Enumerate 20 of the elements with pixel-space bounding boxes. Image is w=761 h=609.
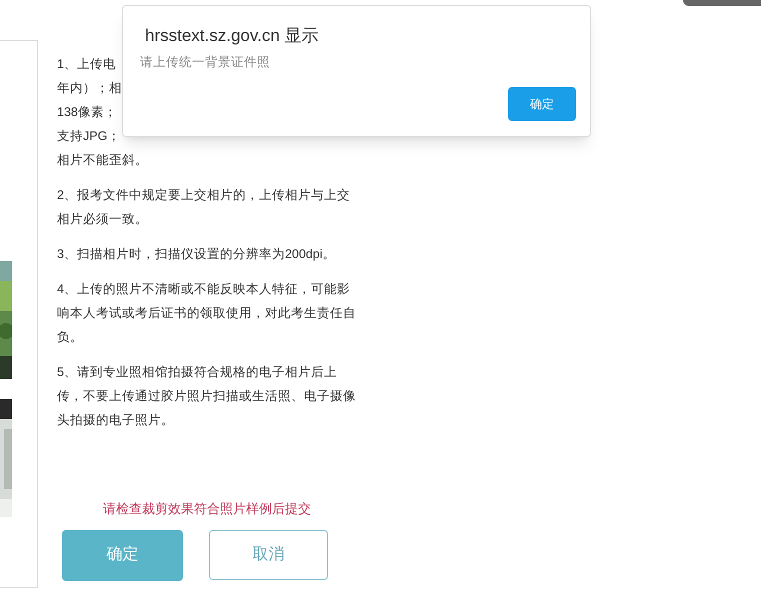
instruction-text: 传，不要上传通过胶片照片扫描或生活照、电子摄像 — [57, 388, 356, 405]
hint-text: 请检查裁剪效果符合照片样例后提交 — [102, 500, 312, 518]
instruction-text: 3、扫描相片时，扫描仪设置的分辨率为200dpi。 — [57, 246, 336, 263]
ok-button[interactable]: 确定 — [508, 87, 576, 121]
instruction-text: 相片必须一致。 — [57, 211, 148, 228]
instruction-text: 138像素； — [57, 104, 117, 121]
instruction-text: 1、上传电 — [57, 56, 116, 73]
instruction-text: 响本人考试或考后证书的领取使用，对此考生责任自 — [57, 305, 356, 322]
instruction-text: 4、上传的照片不清晰或不能反映本人特征，可能影 — [57, 281, 350, 298]
confirm-button[interactable]: 确定 — [62, 530, 183, 580]
dialog-message: 请上传统一背景证件照 — [140, 54, 270, 71]
instruction-text: 负。 — [57, 329, 83, 346]
instruction-text: 头拍摄的电子照片。 — [57, 412, 174, 429]
instruction-text: 支持JPG； — [57, 128, 120, 145]
instruction-text: 5、请到专业照相馆拍摄符合规格的电子相片后上 — [57, 364, 337, 381]
dialog-title: hrsstext.sz.gov.cn 显示 — [145, 25, 319, 47]
instruction-text: 年内）；相 — [57, 80, 122, 97]
cancel-button[interactable]: 取消 — [209, 530, 328, 580]
instruction-text: 相片不能歪斜。 — [57, 152, 148, 169]
instruction-text: 2、报考文件中规定要上交相片的，上传相片与上交 — [57, 187, 350, 204]
